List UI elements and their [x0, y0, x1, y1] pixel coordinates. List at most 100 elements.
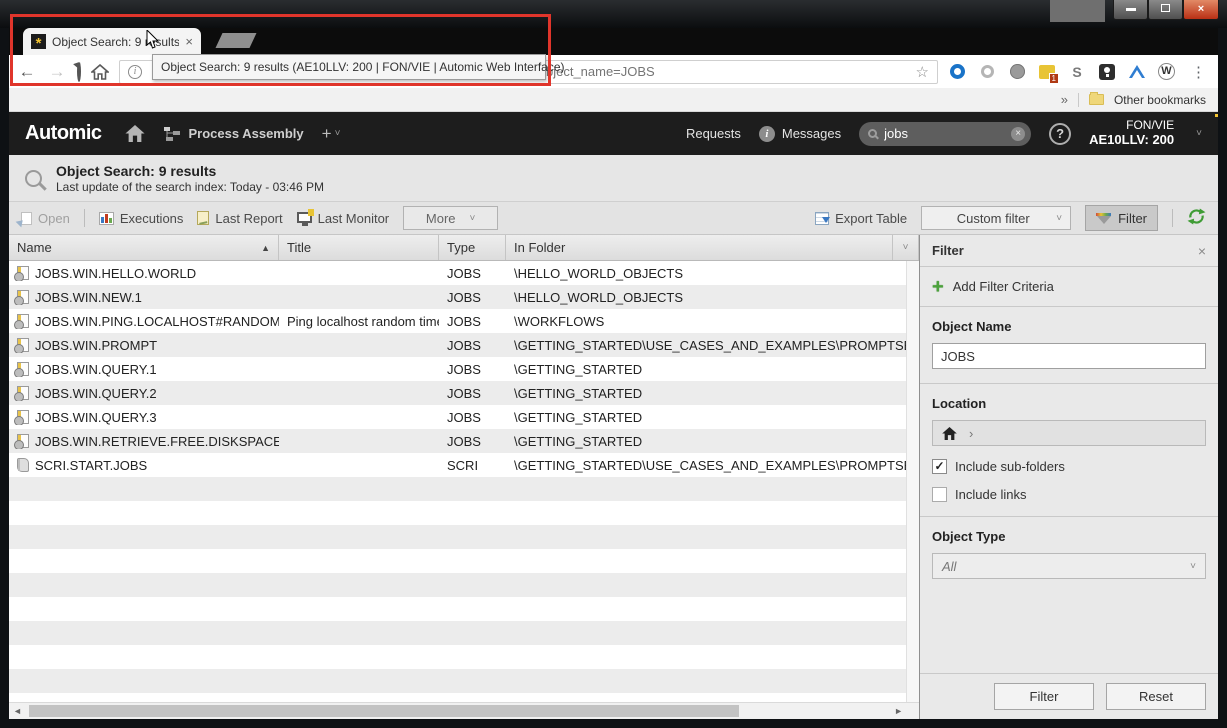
- other-bookmarks-button[interactable]: Other bookmarks: [1114, 93, 1206, 107]
- table-row[interactable]: JOBS.WIN.QUERY.1 JOBS \GETTING_STARTED: [9, 357, 906, 381]
- horizontal-scrollbar[interactable]: ◄ ►: [9, 702, 919, 719]
- include-subfolders-row[interactable]: ✓ Include sub-folders: [932, 459, 1206, 474]
- table-row[interactable]: JOBS.WIN.PROMPT JOBS \GETTING_STARTED\US…: [9, 333, 906, 357]
- table-row[interactable]: JOBS.WIN.QUERY.3 JOBS \GETTING_STARTED: [9, 405, 906, 429]
- maximize-icon: [1161, 4, 1170, 12]
- object-type-section: Object Type All ˅: [920, 517, 1218, 593]
- extension-s-icon[interactable]: S: [1068, 63, 1086, 81]
- extension-triangle-icon[interactable]: [1128, 63, 1146, 81]
- executions-button[interactable]: Executions: [99, 211, 184, 226]
- empty-row: [9, 501, 906, 525]
- checkbox-checked-icon[interactable]: ✓: [932, 459, 947, 474]
- cell-type: JOBS: [439, 386, 506, 401]
- empty-row: [9, 645, 906, 669]
- column-header-name[interactable]: Name ▲: [9, 235, 279, 260]
- last-monitor-label: Last Monitor: [318, 211, 390, 226]
- requests-button[interactable]: Requests: [686, 126, 741, 141]
- chevron-down-icon: ˅: [470, 213, 476, 224]
- automic-logo[interactable]: Automic: [25, 122, 107, 145]
- messages-button[interactable]: i Messages: [759, 126, 841, 142]
- last-report-icon: [197, 211, 209, 225]
- extension-w-icon[interactable]: W: [1158, 63, 1175, 80]
- tab-process-assembly[interactable]: Process Assembly: [163, 126, 304, 142]
- jobs-object-icon: [17, 314, 29, 328]
- column-menu-button[interactable]: ˅: [892, 235, 919, 260]
- page-info-icon[interactable]: i: [128, 65, 142, 79]
- reload-button[interactable]: [77, 63, 81, 81]
- last-monitor-button[interactable]: Last Monitor: [297, 211, 390, 226]
- add-filter-criteria-button[interactable]: + Add Filter Criteria: [920, 267, 1218, 307]
- logo-dot: [1215, 114, 1218, 117]
- table-row[interactable]: JOBS.WIN.NEW.1 JOBS \HELLO_WORLD_OBJECTS: [9, 285, 906, 309]
- minimize-button[interactable]: [1113, 0, 1148, 20]
- filter-toggle-label: Filter: [1118, 211, 1147, 226]
- table-row[interactable]: SCRI.START.JOBS SCRI \GETTING_STARTED\US…: [9, 453, 906, 477]
- global-search[interactable]: ×: [859, 122, 1031, 146]
- empty-row: [9, 477, 906, 501]
- filter-toggle-button[interactable]: Filter: [1085, 205, 1158, 231]
- cell-name: JOBS.WIN.HELLO.WORLD: [35, 266, 196, 281]
- include-links-row[interactable]: Include links: [932, 487, 1206, 502]
- object-type-value: All: [942, 559, 1190, 574]
- clear-search-icon[interactable]: ×: [1011, 127, 1025, 141]
- connection-menu[interactable]: FON/VIE AE10LLV: 200: [1089, 119, 1174, 148]
- cell-folder: \GETTING_STARTED: [506, 386, 906, 401]
- table-row[interactable]: JOBS.WIN.RETRIEVE.FREE.DISKSPACE JOBS \G…: [9, 429, 906, 453]
- bookmarks-overflow-icon[interactable]: »: [1061, 92, 1068, 107]
- table-row[interactable]: JOBS.WIN.HELLO.WORLD JOBS \HELLO_WORLD_O…: [9, 261, 906, 285]
- bookmarks-separator: [1078, 93, 1079, 107]
- extension-globe-icon[interactable]: [1008, 63, 1026, 81]
- new-tab-button[interactable]: [216, 33, 257, 48]
- vertical-scrollbar[interactable]: [906, 261, 919, 702]
- browser-home-button[interactable]: [91, 64, 109, 80]
- add-view-button[interactable]: + ˅: [322, 124, 341, 144]
- scrollbar-thumb[interactable]: [29, 705, 739, 717]
- tab-close-icon[interactable]: ×: [185, 34, 193, 49]
- table-row[interactable]: JOBS.WIN.PING.LOCALHOST#RANDOM Ping loca…: [9, 309, 906, 333]
- browser-tab[interactable]: * Object Search: 9 results ( ×: [23, 28, 201, 55]
- open-icon: [21, 212, 32, 225]
- custom-filter-dropdown[interactable]: Custom filter ˅: [921, 206, 1071, 230]
- jobs-object-icon: [17, 338, 29, 352]
- extension-blue-circle-icon[interactable]: [948, 63, 966, 81]
- browser-menu-icon[interactable]: ⋮: [1187, 63, 1210, 81]
- object-name-section: Object Name: [920, 307, 1218, 383]
- close-panel-icon[interactable]: ×: [1198, 243, 1206, 259]
- column-header-type[interactable]: Type: [439, 235, 506, 260]
- scroll-left-icon[interactable]: ◄: [13, 706, 22, 716]
- extension-gray-circle-icon[interactable]: [978, 63, 996, 81]
- more-dropdown[interactable]: More ˅: [403, 206, 498, 230]
- cell-type: JOBS: [439, 290, 506, 305]
- back-button[interactable]: ←: [17, 62, 37, 82]
- bookmark-star-icon[interactable]: ☆: [916, 63, 929, 81]
- open-label: Open: [38, 211, 70, 226]
- column-header-folder[interactable]: In Folder: [506, 235, 892, 260]
- maximize-button[interactable]: [1148, 0, 1183, 20]
- scroll-right-icon[interactable]: ►: [894, 706, 903, 716]
- close-button[interactable]: ×: [1183, 0, 1219, 20]
- apply-filter-button[interactable]: Filter: [994, 683, 1094, 710]
- export-table-button[interactable]: Export Table: [815, 211, 907, 226]
- messages-label: Messages: [782, 126, 841, 141]
- object-type-dropdown[interactable]: All ˅: [932, 553, 1206, 579]
- page-subtitle: Last update of the search index: Today -…: [56, 180, 324, 194]
- open-button[interactable]: Open: [21, 211, 70, 226]
- reset-button[interactable]: Reset: [1106, 683, 1206, 710]
- location-breadcrumb[interactable]: ›: [932, 420, 1206, 446]
- home-button[interactable]: [125, 125, 145, 142]
- checkbox-unchecked-icon[interactable]: [932, 487, 947, 502]
- cell-folder: \HELLO_WORLD_OBJECTS: [506, 290, 906, 305]
- extension-lightbulb-icon[interactable]: [1098, 63, 1116, 81]
- forward-button[interactable]: →: [47, 62, 67, 82]
- filter-panel-title: Filter: [932, 243, 1198, 258]
- last-report-button[interactable]: Last Report: [197, 211, 282, 226]
- object-name-input[interactable]: [932, 343, 1206, 369]
- cell-name: JOBS.WIN.PROMPT: [35, 338, 157, 353]
- column-header-title[interactable]: Title: [279, 235, 439, 260]
- table-row[interactable]: JOBS.WIN.QUERY.2 JOBS \GETTING_STARTED: [9, 381, 906, 405]
- help-button[interactable]: ?: [1049, 123, 1071, 145]
- search-input[interactable]: [884, 126, 1004, 141]
- refresh-button[interactable]: [1187, 208, 1206, 228]
- extension-notes-icon[interactable]: 1: [1038, 63, 1056, 81]
- empty-row: [9, 573, 906, 597]
